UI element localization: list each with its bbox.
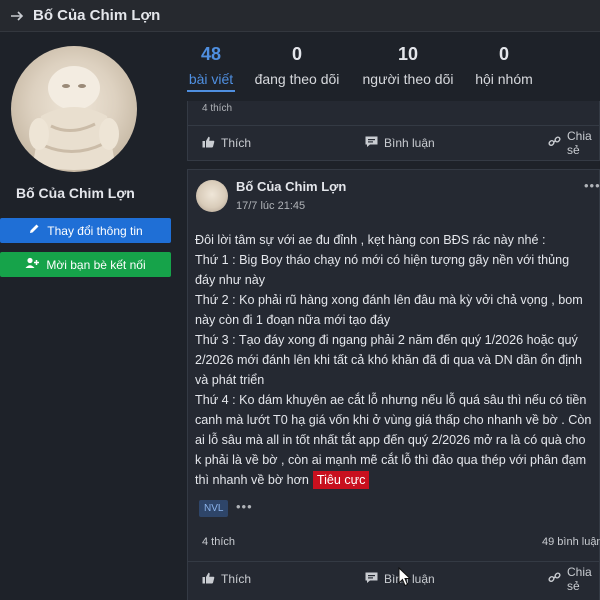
thumbs-up-icon <box>202 136 215 151</box>
comments-count[interactable]: 49 bình luận <box>542 536 600 548</box>
comment-button[interactable]: Bình luận <box>365 126 435 160</box>
profile-name: Bố Của Chim Lợn <box>16 185 135 201</box>
share-label: Chia sẻ <box>567 565 592 593</box>
share-label: Chia sẻ <box>567 129 592 157</box>
like-label: Thích <box>221 572 252 586</box>
mouse-cursor-icon <box>398 566 412 587</box>
comment-label: Bình luận <box>384 136 435 150</box>
post-line: Thứ 3 : Tạo đáy xong đi ngang phải 2 năm… <box>195 333 578 347</box>
more-options-icon[interactable]: ••• <box>584 178 600 193</box>
post-line: k phải là về bờ , còn ai mạnh mẽ cắt lỗ … <box>195 453 587 467</box>
post-line: Thứ 4 : Ko dám khuyên ae cắt lỗ nhưng nế… <box>195 393 587 407</box>
post-line: Đôi lời tâm sự với ae đu đỉnh , kẹt hàng… <box>195 233 546 247</box>
post-line: đáy như này <box>195 273 266 287</box>
tab-following[interactable]: 0 đang theo dõi <box>248 44 346 87</box>
post-line: ai lỗ sâu mà all in tốt nhất tắt app đến… <box>195 433 586 447</box>
following-count: 0 <box>291 44 302 64</box>
edit-profile-label: Thay đổi thông tin <box>47 223 143 238</box>
profile-stats: 48 bài viết 0 đang theo dõi 10 người the… <box>186 44 600 100</box>
invite-friends-label: Mời bạn bè kết nối <box>46 257 146 272</box>
post-line: 2/2026 mới đánh lên khi tất cả khó khăn … <box>195 353 583 367</box>
comment-icon <box>365 572 378 587</box>
link-icon <box>548 571 561 587</box>
invite-friends-button[interactable]: Mời bạn bè kết nối <box>0 252 171 277</box>
likes-count[interactable]: 4 thích <box>202 536 235 548</box>
post-line: Thứ 1 : Big Boy tháo chạy nó mới có hiện… <box>195 253 570 267</box>
add-user-icon <box>25 257 40 272</box>
active-tab-underline <box>187 90 235 92</box>
post-author[interactable]: Bố Của Chim Lợn <box>236 179 346 194</box>
tab-posts[interactable]: 48 bài viết <box>186 44 236 92</box>
post-line: Thứ 2 : Ko phải rũ hàng xong đánh lên đâ… <box>195 293 583 307</box>
post-card: Bố Của Chim Lợn 17/7 lúc 21:45 ••• Đôi l… <box>187 169 600 600</box>
like-button[interactable]: Thích <box>202 126 251 160</box>
groups-count: 0 <box>498 44 509 64</box>
like-button[interactable]: Thích <box>202 562 251 596</box>
groups-label: hội nhóm <box>475 71 533 87</box>
top-bar: Bố Của Chim Lợn <box>0 0 600 32</box>
posts-count: 48 <box>200 44 222 64</box>
author-avatar[interactable] <box>196 180 228 212</box>
arrow-right-icon[interactable] <box>6 5 28 27</box>
likes-count[interactable]: 4 thích <box>202 103 232 114</box>
post-line: và phát triển <box>195 373 265 387</box>
share-button[interactable]: Chia sẻ <box>548 126 600 160</box>
sentiment-badge: Tiêu cực <box>312 471 370 489</box>
pencil-icon <box>28 223 40 238</box>
post-line: thì nhanh về bờ hơn <box>195 473 309 487</box>
post-actions: Thích Bình luận Chia sẻ <box>188 561 600 595</box>
followers-label: người theo dõi <box>362 71 454 87</box>
tab-groups[interactable]: 0 hội nhóm <box>470 44 538 87</box>
previous-post-card: 4 thích Thích Bình luận Chia sẻ <box>187 101 600 161</box>
share-button[interactable]: Chia sẻ <box>548 562 600 596</box>
edit-profile-button[interactable]: Thay đổi thông tin <box>0 218 171 243</box>
more-tickers-icon[interactable]: ••• <box>236 499 253 514</box>
ticker-chip[interactable]: NVL <box>199 500 229 517</box>
post-content: Đôi lời tâm sự với ae đu đỉnh , kẹt hàng… <box>195 230 600 490</box>
thumbs-up-icon <box>202 572 215 587</box>
post-line: canh mà lướt T0 hạ giá vốn khi ở vùng gi… <box>195 413 592 427</box>
followers-count: 10 <box>397 44 419 64</box>
post-last-line: thì nhanh về bờ hơn Tiêu cực <box>195 470 600 490</box>
tab-followers[interactable]: 10 người theo dõi <box>356 44 460 87</box>
post-actions: Thích Bình luận Chia sẻ <box>188 125 600 159</box>
like-label: Thích <box>221 136 252 150</box>
post-time[interactable]: 17/7 lúc 21:45 <box>236 200 305 212</box>
profile-avatar[interactable] <box>11 46 137 172</box>
link-icon <box>548 135 561 151</box>
following-label: đang theo dõi <box>254 71 340 87</box>
page-title: Bố Của Chim Lợn <box>33 7 161 24</box>
posts-label: bài viết <box>188 71 234 87</box>
comment-icon <box>365 136 378 151</box>
post-line: này còn đi 1 đoạn nữa mới tạo đáy <box>195 313 391 327</box>
